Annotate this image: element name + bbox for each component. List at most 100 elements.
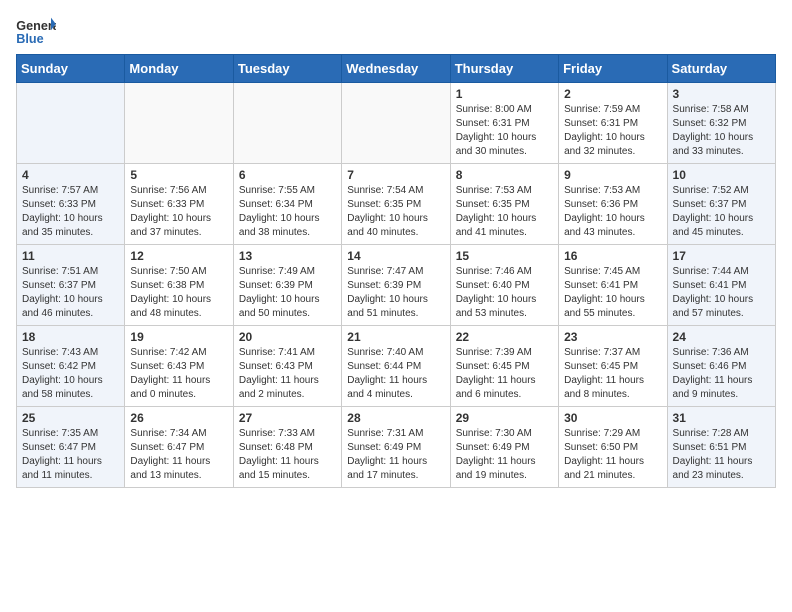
calendar-cell: 3 Sunrise: 7:58 AMSunset: 6:32 PMDaylight… [667, 83, 775, 164]
calendar-cell: 9Sunrise: 7:53 AMSunset: 6:36 PMDaylight… [559, 164, 667, 245]
day-info: Sunrise: 7:36 AMSunset: 6:46 PMDaylight:… [673, 346, 770, 402]
day-info: Sunrise: 7:42 AMSunset: 6:43 PMDaylight:… [130, 346, 227, 402]
calendar-cell: 12 Sunrise: 7:50 AMSunset: 6:38 PMDayligh… [125, 245, 233, 326]
calendar-cell: 10 Sunrise: 7:52 AMSunset: 6:37 PMDayligh… [667, 164, 775, 245]
day-info: Sunrise: 7:37 AMSunset: 6:45 PMDaylight:… [564, 346, 661, 402]
calendar-cell [125, 83, 233, 164]
calendar-cell: 26 Sunrise: 7:34 AMSunset: 6:47 PMDayligh… [125, 407, 233, 488]
day-info: Sunrise: 7:58 AMSunset: 6:32 PMDaylight:… [673, 103, 770, 159]
day-info: Sunrise: 7:49 AMSunset: 6:39 PMDaylight:… [239, 265, 336, 321]
calendar-cell: 11 Sunrise: 7:51 AMSunset: 6:37 PMDayligh… [17, 245, 125, 326]
calendar-cell: 21 Sunrise: 7:40 AMSunset: 6:44 PMDayligh… [342, 326, 450, 407]
calendar-cell: 28Sunrise: 7:31 AMSunset: 6:49 PMDayligh… [342, 407, 450, 488]
day-number: 8 [456, 168, 553, 182]
day-info: Sunrise: 7:39 AMSunset: 6:45 PMDaylight:… [456, 346, 553, 402]
day-info: Sunrise: 7:46 AMSunset: 6:40 PMDaylight:… [456, 265, 553, 321]
day-number: 11 [22, 249, 119, 263]
calendar-week-4: 18Sunrise: 7:43 AMSunset: 6:42 PMDayligh… [17, 326, 776, 407]
day-number: 15 [456, 249, 553, 263]
calendar-header-friday: Friday [559, 55, 667, 83]
day-info: Sunrise: 7:56 AMSunset: 6:33 PMDaylight:… [130, 184, 227, 240]
calendar-cell: 6Sunrise: 7:55 AMSunset: 6:34 PMDaylight… [233, 164, 341, 245]
day-info: Sunrise: 7:29 AMSunset: 6:50 PMDaylight:… [564, 427, 661, 483]
day-number: 24 [673, 330, 770, 344]
day-number: 25 [22, 411, 119, 425]
day-number: 27 [239, 411, 336, 425]
day-info: Sunrise: 7:57 AMSunset: 6:33 PMDaylight:… [22, 184, 119, 240]
calendar-cell: 23 Sunrise: 7:37 AMSunset: 6:45 PMDayligh… [559, 326, 667, 407]
day-number: 7 [347, 168, 444, 182]
day-info: Sunrise: 7:54 AMSunset: 6:35 PMDaylight:… [347, 184, 444, 240]
day-info: Sunrise: 7:33 AMSunset: 6:48 PMDaylight:… [239, 427, 336, 483]
calendar-week-3: 11 Sunrise: 7:51 AMSunset: 6:37 PMDayligh… [17, 245, 776, 326]
day-number: 3 [673, 87, 770, 101]
calendar-cell: 17 Sunrise: 7:44 AMSunset: 6:41 PMDayligh… [667, 245, 775, 326]
calendar-cell: 22 Sunrise: 7:39 AMSunset: 6:45 PMDayligh… [450, 326, 558, 407]
day-number: 21 [347, 330, 444, 344]
calendar-week-2: 4 Sunrise: 7:57 AMSunset: 6:33 PMDaylight… [17, 164, 776, 245]
day-number: 4 [22, 168, 119, 182]
calendar-cell: 13 Sunrise: 7:49 AMSunset: 6:39 PMDayligh… [233, 245, 341, 326]
calendar-cell: 8 Sunrise: 7:53 AMSunset: 6:35 PMDaylight… [450, 164, 558, 245]
day-info: Sunrise: 7:30 AMSunset: 6:49 PMDaylight:… [456, 427, 553, 483]
calendar-header-monday: Monday [125, 55, 233, 83]
day-info: Sunrise: 7:52 AMSunset: 6:37 PMDaylight:… [673, 184, 770, 240]
calendar: SundayMondayTuesdayWednesdayThursdayFrid… [16, 54, 776, 488]
day-number: 30 [564, 411, 661, 425]
calendar-header-wednesday: Wednesday [342, 55, 450, 83]
calendar-cell: 2 Sunrise: 7:59 AMSunset: 6:31 PMDaylight… [559, 83, 667, 164]
day-number: 5 [130, 168, 227, 182]
day-number: 10 [673, 168, 770, 182]
calendar-cell: 19 Sunrise: 7:42 AMSunset: 6:43 PMDayligh… [125, 326, 233, 407]
day-info: Sunrise: 7:44 AMSunset: 6:41 PMDaylight:… [673, 265, 770, 321]
calendar-cell: 18Sunrise: 7:43 AMSunset: 6:42 PMDayligh… [17, 326, 125, 407]
calendar-header-saturday: Saturday [667, 55, 775, 83]
calendar-week-1: 1Sunrise: 8:00 AMSunset: 6:31 PMDaylight… [17, 83, 776, 164]
day-info: Sunrise: 7:34 AMSunset: 6:47 PMDaylight:… [130, 427, 227, 483]
logo: General Blue [16, 16, 56, 46]
day-number: 31 [673, 411, 770, 425]
day-info: Sunrise: 7:51 AMSunset: 6:37 PMDaylight:… [22, 265, 119, 321]
day-number: 22 [456, 330, 553, 344]
calendar-cell: 20 Sunrise: 7:41 AMSunset: 6:43 PMDayligh… [233, 326, 341, 407]
calendar-cell: 14Sunrise: 7:47 AMSunset: 6:39 PMDayligh… [342, 245, 450, 326]
day-number: 23 [564, 330, 661, 344]
calendar-cell: 25 Sunrise: 7:35 AMSunset: 6:47 PMDayligh… [17, 407, 125, 488]
calendar-cell [17, 83, 125, 164]
day-info: Sunrise: 7:50 AMSunset: 6:38 PMDaylight:… [130, 265, 227, 321]
calendar-cell: 30 Sunrise: 7:29 AMSunset: 6:50 PMDayligh… [559, 407, 667, 488]
day-info: Sunrise: 7:53 AMSunset: 6:35 PMDaylight:… [456, 184, 553, 240]
calendar-cell: 7 Sunrise: 7:54 AMSunset: 6:35 PMDaylight… [342, 164, 450, 245]
day-info: Sunrise: 7:47 AMSunset: 6:39 PMDaylight:… [347, 265, 444, 321]
calendar-header-tuesday: Tuesday [233, 55, 341, 83]
calendar-header-thursday: Thursday [450, 55, 558, 83]
day-number: 26 [130, 411, 227, 425]
day-info: Sunrise: 7:31 AMSunset: 6:49 PMDaylight:… [347, 427, 444, 483]
calendar-cell: 15 Sunrise: 7:46 AMSunset: 6:40 PMDayligh… [450, 245, 558, 326]
day-info: Sunrise: 7:28 AMSunset: 6:51 PMDaylight:… [673, 427, 770, 483]
calendar-cell: 4 Sunrise: 7:57 AMSunset: 6:33 PMDaylight… [17, 164, 125, 245]
logo-icon: General Blue [16, 16, 56, 46]
day-number: 13 [239, 249, 336, 263]
day-number: 17 [673, 249, 770, 263]
calendar-week-5: 25 Sunrise: 7:35 AMSunset: 6:47 PMDayligh… [17, 407, 776, 488]
calendar-cell: 27 Sunrise: 7:33 AMSunset: 6:48 PMDayligh… [233, 407, 341, 488]
calendar-cell: 24 Sunrise: 7:36 AMSunset: 6:46 PMDayligh… [667, 326, 775, 407]
calendar-header-row: SundayMondayTuesdayWednesdayThursdayFrid… [17, 55, 776, 83]
calendar-cell: 31 Sunrise: 7:28 AMSunset: 6:51 PMDayligh… [667, 407, 775, 488]
day-number: 16 [564, 249, 661, 263]
calendar-header-sunday: Sunday [17, 55, 125, 83]
calendar-cell [342, 83, 450, 164]
day-number: 12 [130, 249, 227, 263]
day-number: 20 [239, 330, 336, 344]
day-info: Sunrise: 7:40 AMSunset: 6:44 PMDaylight:… [347, 346, 444, 402]
day-info: Sunrise: 7:59 AMSunset: 6:31 PMDaylight:… [564, 103, 661, 159]
day-info: Sunrise: 7:35 AMSunset: 6:47 PMDaylight:… [22, 427, 119, 483]
calendar-cell: 16Sunrise: 7:45 AMSunset: 6:41 PMDayligh… [559, 245, 667, 326]
header: General Blue [16, 16, 776, 46]
day-number: 18 [22, 330, 119, 344]
day-number: 2 [564, 87, 661, 101]
svg-text:Blue: Blue [16, 32, 43, 46]
day-number: 19 [130, 330, 227, 344]
day-info: Sunrise: 7:41 AMSunset: 6:43 PMDaylight:… [239, 346, 336, 402]
